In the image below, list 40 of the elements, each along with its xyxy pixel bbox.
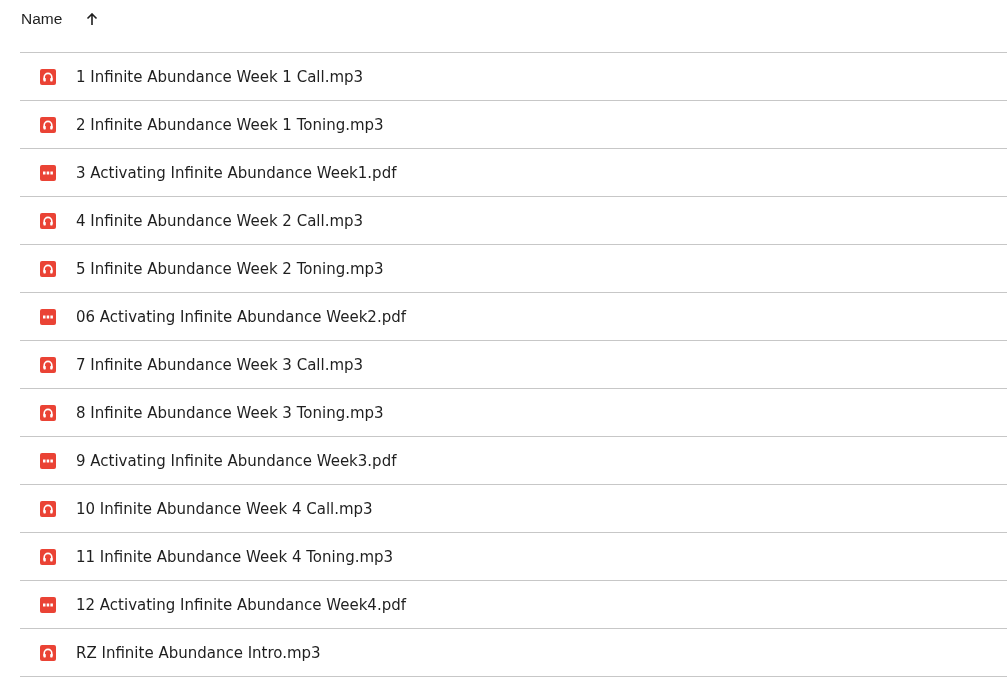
file-name: 4 Infinite Abundance Week 2 Call.mp3 (76, 211, 364, 230)
headphones-icon (40, 548, 56, 565)
file-row[interactable]: 11 Infinite Abundance Week 4 Toning.mp3 (20, 533, 1007, 581)
file-name: 1 Infinite Abundance Week 1 Call.mp3 (76, 67, 364, 86)
file-name: 9 Activating Infinite Abundance Week3.pdf (76, 451, 397, 470)
headphones-icon (40, 68, 56, 85)
headphones-icon (40, 500, 56, 517)
file-name: 10 Infinite Abundance Week 4 Call.mp3 (76, 499, 373, 518)
column-header[interactable]: Name (20, 10, 99, 28)
file-name: 8 Infinite Abundance Week 3 Toning.mp3 (76, 403, 384, 422)
file-row[interactable]: 1 Infinite Abundance Week 1 Call.mp3 (20, 53, 1007, 101)
file-row[interactable]: 06 Activating Infinite Abundance Week2.pdf (20, 293, 1007, 341)
headphones-icon (40, 356, 56, 373)
file-name: RZ Infinite Abundance Intro.mp3 (76, 643, 321, 662)
file-row[interactable]: 9 Activating Infinite Abundance Week3.pdf (20, 437, 1007, 485)
file-name: 3 Activating Infinite Abundance Week1.pdf (76, 163, 397, 182)
file-row[interactable]: 8 Infinite Abundance Week 3 Toning.mp3 (20, 389, 1007, 437)
file-name: 5 Infinite Abundance Week 2 Toning.mp3 (76, 259, 384, 278)
file-name: 06 Activating Infinite Abundance Week2.pdf (76, 307, 406, 326)
file-name: 12 Activating Infinite Abundance Week4.pdf (76, 595, 406, 614)
file-row[interactable]: 5 Infinite Abundance Week 2 Toning.mp3 (20, 245, 1007, 293)
file-row[interactable]: 10 Infinite Abundance Week 4 Call.mp3 (20, 485, 1007, 533)
file-row[interactable]: 7 Infinite Abundance Week 3 Call.mp3 (20, 341, 1007, 389)
file-name: 11 Infinite Abundance Week 4 Toning.mp3 (76, 547, 394, 566)
headphones-icon (40, 260, 56, 277)
headphones-icon (40, 212, 56, 229)
file-row[interactable]: 4 Infinite Abundance Week 2 Call.mp3 (20, 197, 1007, 245)
headphones-icon (40, 116, 56, 133)
file-name: 2 Infinite Abundance Week 1 Toning.mp3 (76, 115, 384, 134)
file-row[interactable]: 12 Activating Infinite Abundance Week4.pdf (20, 581, 1007, 629)
headphones-icon (40, 404, 56, 421)
file-row[interactable]: RZ Infinite Abundance Intro.mp3 (20, 629, 1007, 677)
pdf-file-icon (40, 596, 56, 613)
file-row[interactable]: 2 Infinite Abundance Week 1 Toning.mp3 (20, 101, 1007, 149)
pdf-file-icon (40, 452, 56, 469)
headphones-icon (40, 644, 56, 661)
pdf-file-icon (40, 164, 56, 181)
file-row[interactable]: 3 Activating Infinite Abundance Week1.pdf (20, 149, 1007, 197)
pdf-file-icon (40, 308, 56, 325)
file-name: 7 Infinite Abundance Week 3 Call.mp3 (76, 355, 364, 374)
